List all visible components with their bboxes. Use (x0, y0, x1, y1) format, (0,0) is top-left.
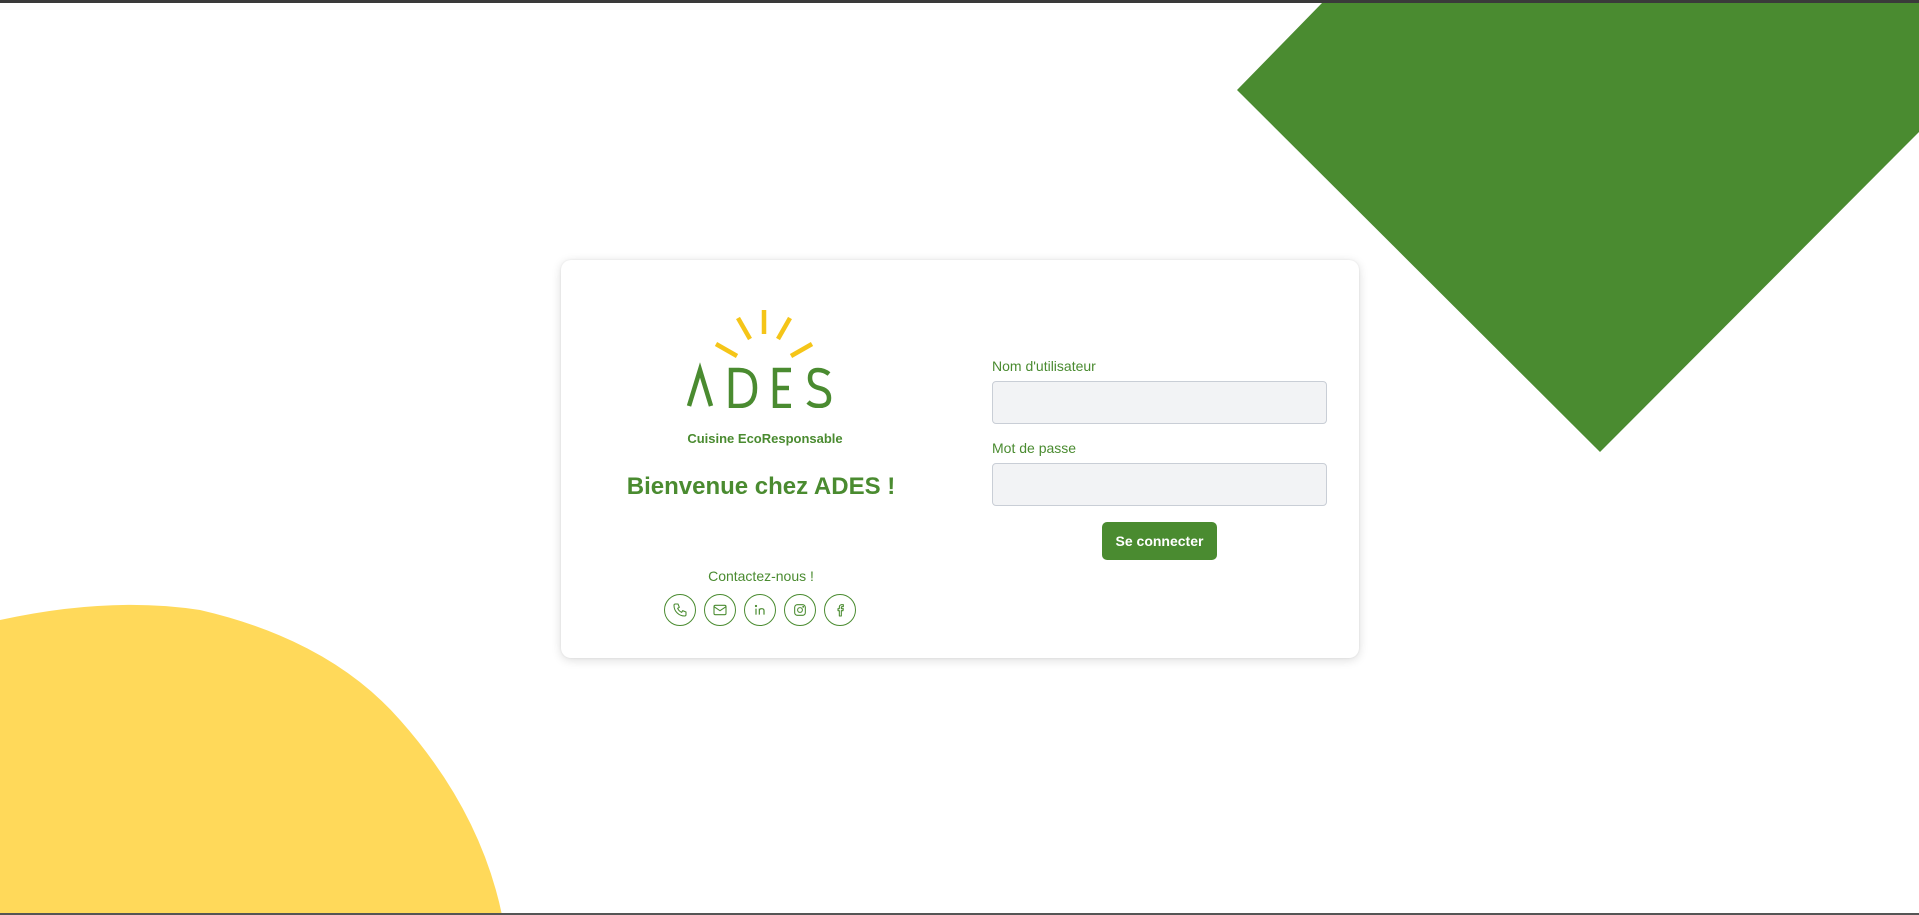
welcome-title: Bienvenue chez ADES ! (626, 473, 896, 500)
mail-icon (713, 604, 727, 616)
login-form: Nom d'utilisateur Mot de passe Se connec… (992, 358, 1327, 560)
linkedin-link[interactable] (744, 594, 776, 626)
ades-logo (686, 310, 832, 408)
linkedin-icon (754, 604, 765, 615)
brand-tagline: Cuisine EcoResponsable (687, 431, 843, 446)
login-button[interactable]: Se connecter (1102, 522, 1217, 560)
instagram-icon (794, 604, 806, 616)
username-label: Nom d'utilisateur (992, 358, 1096, 374)
window-top-border (0, 0, 1919, 3)
username-input[interactable] (992, 381, 1327, 424)
contact-label: Contactez-nous ! (708, 568, 814, 584)
submit-wrapper: Se connecter (992, 522, 1327, 560)
mail-link[interactable] (704, 594, 736, 626)
login-card: Cuisine EcoResponsable Bienvenue chez AD… (561, 260, 1359, 658)
yellow-circle-shape (0, 604, 502, 915)
social-links (664, 594, 856, 626)
phone-icon (673, 603, 687, 617)
facebook-icon (837, 604, 844, 617)
password-input[interactable] (992, 463, 1327, 506)
facebook-link[interactable] (824, 594, 856, 626)
password-label: Mot de passe (992, 440, 1077, 456)
phone-link[interactable] (664, 594, 696, 626)
instagram-link[interactable] (784, 594, 816, 626)
